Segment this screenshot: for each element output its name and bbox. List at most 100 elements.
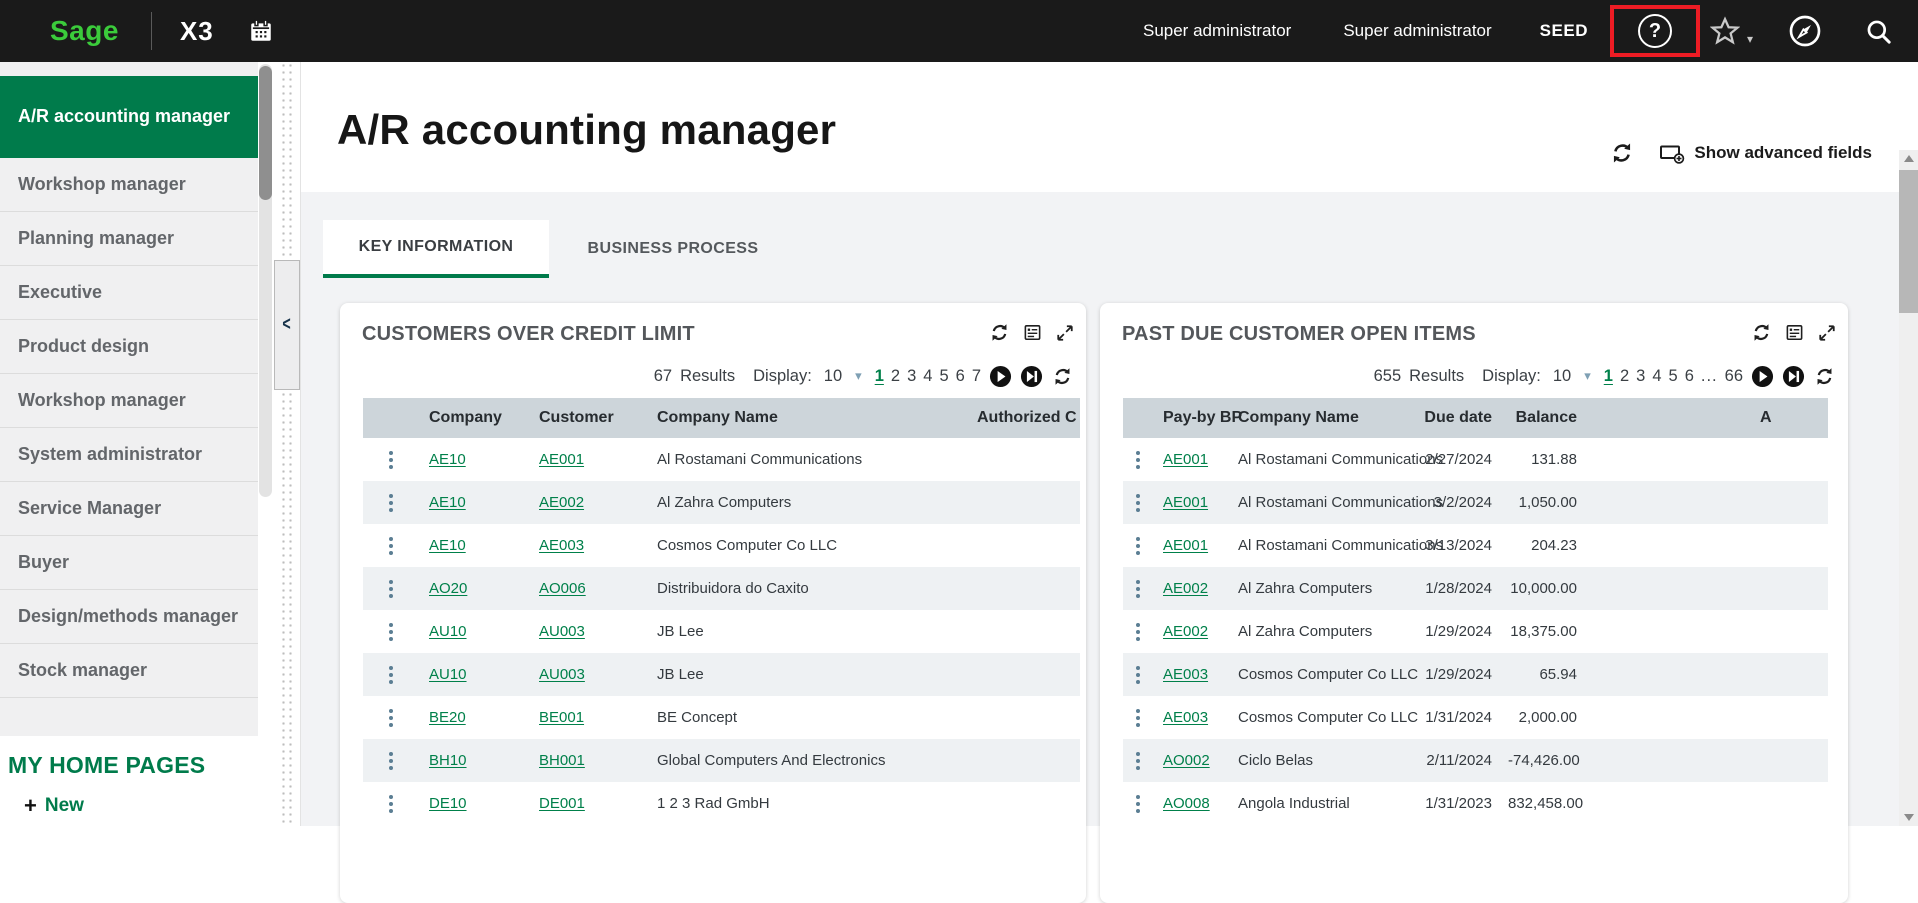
sidebar-item[interactable]: Product design	[0, 320, 258, 374]
pager-page[interactable]: 1	[875, 367, 884, 386]
row-menu-kebab-icon[interactable]	[1123, 782, 1153, 825]
sidebar-item[interactable]: Workshop manager	[0, 158, 258, 212]
column-header[interactable]: Company Name	[647, 409, 967, 427]
company-link[interactable]: BH10	[429, 752, 467, 769]
company-link[interactable]: AO20	[429, 580, 467, 597]
sidebar-item[interactable]: System administrator	[0, 428, 258, 482]
row-menu-kebab-icon[interactable]	[1123, 610, 1153, 653]
widget-refresh-icon[interactable]	[990, 323, 1009, 342]
payby-bp-link[interactable]: AO002	[1163, 752, 1210, 769]
scrollbar-up-arrow[interactable]	[1904, 155, 1914, 162]
row-menu-kebab-icon[interactable]	[1123, 481, 1153, 524]
sidebar-item[interactable]: Service Manager	[0, 482, 258, 536]
widget-expand-icon[interactable]	[1818, 324, 1836, 342]
row-menu-kebab-icon[interactable]	[363, 481, 419, 524]
scrollbar-down-arrow[interactable]	[1904, 814, 1914, 821]
row-menu-kebab-icon[interactable]	[363, 567, 419, 610]
widget-refresh-icon[interactable]	[1752, 323, 1771, 342]
row-menu-kebab-icon[interactable]	[1123, 567, 1153, 610]
favorites-star-icon[interactable]	[1710, 16, 1740, 46]
next-page-icon[interactable]	[1751, 365, 1774, 388]
sidebar-item[interactable]: Stock manager	[0, 644, 258, 698]
company-link[interactable]: AE10	[429, 537, 466, 554]
company-link[interactable]: AE10	[429, 494, 466, 511]
tab-key-information[interactable]: KEY INFORMATION	[323, 220, 549, 278]
pager-page[interactable]: 3	[1636, 367, 1645, 386]
company-link[interactable]: BE20	[429, 709, 466, 726]
calendar-icon[interactable]	[248, 18, 274, 44]
customer-link[interactable]: AE003	[539, 537, 584, 554]
payby-bp-link[interactable]: AE002	[1163, 580, 1208, 597]
main-scrollbar-thumb[interactable]	[1899, 170, 1918, 313]
row-menu-kebab-icon[interactable]	[1123, 438, 1153, 481]
widget-list-icon[interactable]	[1785, 323, 1804, 342]
column-header[interactable]: Authorized C	[967, 409, 1080, 427]
column-header[interactable]: Customer	[529, 409, 647, 427]
customer-link[interactable]: AE002	[539, 494, 584, 511]
pager-page[interactable]: 2	[891, 367, 900, 386]
sidebar-item[interactable]: Workshop manager	[0, 374, 258, 428]
pager-refresh-icon[interactable]	[1815, 367, 1834, 386]
row-menu-kebab-icon[interactable]	[363, 438, 419, 481]
pager-page[interactable]: 7	[972, 367, 981, 386]
sidebar-collapse-handle[interactable]: <	[274, 260, 300, 390]
pager-page[interactable]: 6	[956, 367, 965, 386]
payby-bp-link[interactable]: AE001	[1163, 537, 1208, 554]
pager-page[interactable]: 3	[907, 367, 916, 386]
pager-page[interactable]: 5	[939, 367, 948, 386]
last-page-icon[interactable]	[1782, 365, 1805, 388]
sidebar-item[interactable]: Planning manager	[0, 212, 258, 266]
main-scrollbar[interactable]	[1899, 150, 1918, 826]
row-menu-kebab-icon[interactable]	[1123, 524, 1153, 567]
favorites-caret-icon[interactable]: ▾	[1747, 32, 1753, 46]
column-header[interactable]: Company	[419, 409, 529, 427]
row-menu-kebab-icon[interactable]	[1123, 739, 1153, 782]
sidebar-item[interactable]: Executive	[0, 266, 258, 320]
customer-link[interactable]: DE001	[539, 795, 585, 812]
pager-page[interactable]: 5	[1669, 367, 1678, 386]
company-link[interactable]: AU10	[429, 666, 467, 683]
page-size-select[interactable]: 10	[1553, 367, 1571, 386]
column-header[interactable]: A	[1583, 409, 1828, 427]
row-menu-kebab-icon[interactable]	[363, 610, 419, 653]
payby-bp-link[interactable]: AE002	[1163, 623, 1208, 640]
column-header[interactable]: Company Name	[1228, 409, 1413, 427]
column-header[interactable]: Due date	[1413, 409, 1498, 427]
row-menu-kebab-icon[interactable]	[363, 696, 419, 739]
sidebar-item[interactable]: Buyer	[0, 536, 258, 590]
widget-list-icon[interactable]	[1023, 323, 1042, 342]
page-size-select[interactable]: 10	[824, 367, 842, 386]
profile-role-label[interactable]: Super administrator	[1143, 21, 1291, 41]
company-link[interactable]: AU10	[429, 623, 467, 640]
pager-page[interactable]: 4	[1652, 367, 1661, 386]
company-link[interactable]: DE10	[429, 795, 467, 812]
page-refresh-icon[interactable]	[1611, 142, 1633, 164]
row-menu-kebab-icon[interactable]	[363, 739, 419, 782]
pager-page[interactable]: 2	[1620, 367, 1629, 386]
customer-link[interactable]: AO006	[539, 580, 586, 597]
row-menu-kebab-icon[interactable]	[363, 653, 419, 696]
payby-bp-link[interactable]: AE001	[1163, 494, 1208, 511]
payby-bp-link[interactable]: AE003	[1163, 709, 1208, 726]
row-menu-kebab-icon[interactable]	[1123, 653, 1153, 696]
page-size-caret-icon[interactable]: ▾	[855, 368, 862, 384]
row-menu-kebab-icon[interactable]	[363, 782, 419, 825]
company-link[interactable]: AE10	[429, 451, 466, 468]
search-icon[interactable]	[1865, 18, 1892, 45]
page-size-caret-icon[interactable]: ▾	[1584, 368, 1591, 384]
endpoint-label[interactable]: SEED	[1540, 21, 1588, 41]
sidebar-item[interactable]: Design/methods manager	[0, 590, 258, 644]
customer-link[interactable]: BE001	[539, 709, 584, 726]
pager-page[interactable]: 4	[923, 367, 932, 386]
payby-bp-link[interactable]: AE001	[1163, 451, 1208, 468]
payby-bp-link[interactable]: AO008	[1163, 795, 1210, 812]
row-menu-kebab-icon[interactable]	[363, 524, 419, 567]
customer-link[interactable]: AE001	[539, 451, 584, 468]
show-advanced-fields-button[interactable]: Show advanced fields	[1659, 141, 1872, 165]
last-page-icon[interactable]	[1020, 365, 1043, 388]
next-page-icon[interactable]	[989, 365, 1012, 388]
pager-page[interactable]: 1	[1604, 367, 1613, 386]
sidebar-scrollbar-thumb[interactable]	[259, 66, 272, 200]
navigation-compass-icon[interactable]	[1789, 15, 1821, 47]
customer-link[interactable]: BH001	[539, 752, 585, 769]
